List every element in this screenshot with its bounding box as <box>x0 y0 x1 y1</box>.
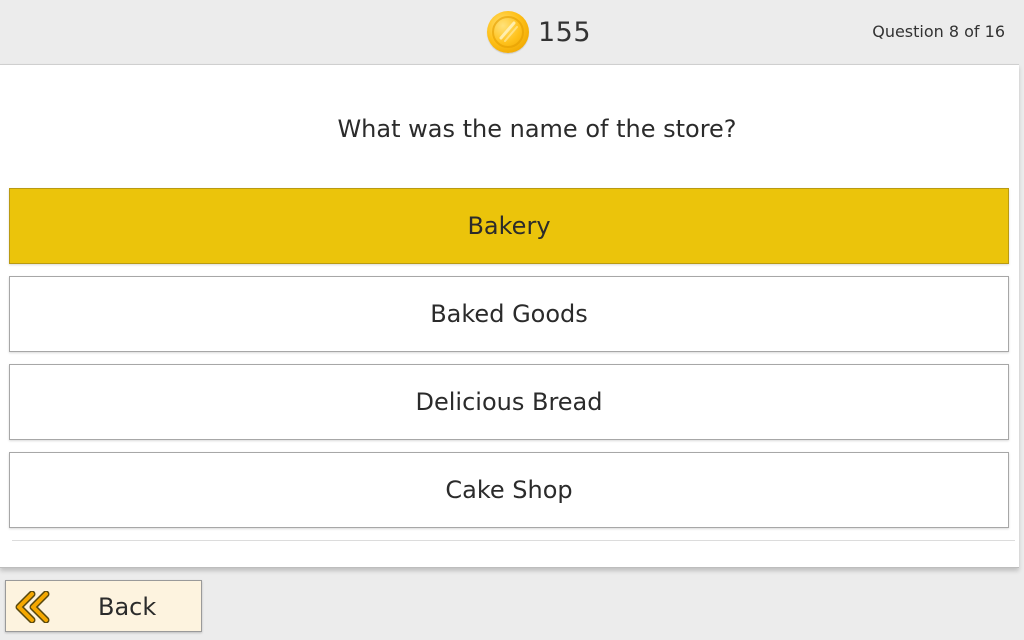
gold-coin-icon <box>487 11 529 53</box>
divider <box>12 540 1015 541</box>
answer-label: Cake Shop <box>445 476 573 504</box>
top-bar: 155 Question 8 of 16 <box>0 0 1024 64</box>
answer-label: Baked Goods <box>430 300 588 328</box>
question-text: What was the name of the store? <box>337 115 737 143</box>
question-card: What was the name of the store? Bakery B… <box>0 64 1019 568</box>
answer-option-1[interactable]: Bakery <box>9 188 1009 264</box>
answer-option-4[interactable]: Cake Shop <box>9 452 1009 528</box>
coin-count: 155 <box>538 16 592 48</box>
back-button[interactable]: Back <box>5 580 202 632</box>
double-chevron-left-icon <box>12 590 52 624</box>
answer-label: Delicious Bread <box>415 388 603 416</box>
answer-label: Bakery <box>467 212 551 240</box>
answer-option-3[interactable]: Delicious Bread <box>9 364 1009 440</box>
back-label: Back <box>98 593 157 621</box>
coin-balance: 155 <box>487 10 591 54</box>
question-progress: Question 8 of 16 <box>872 22 1005 41</box>
answer-option-2[interactable]: Baked Goods <box>9 276 1009 352</box>
